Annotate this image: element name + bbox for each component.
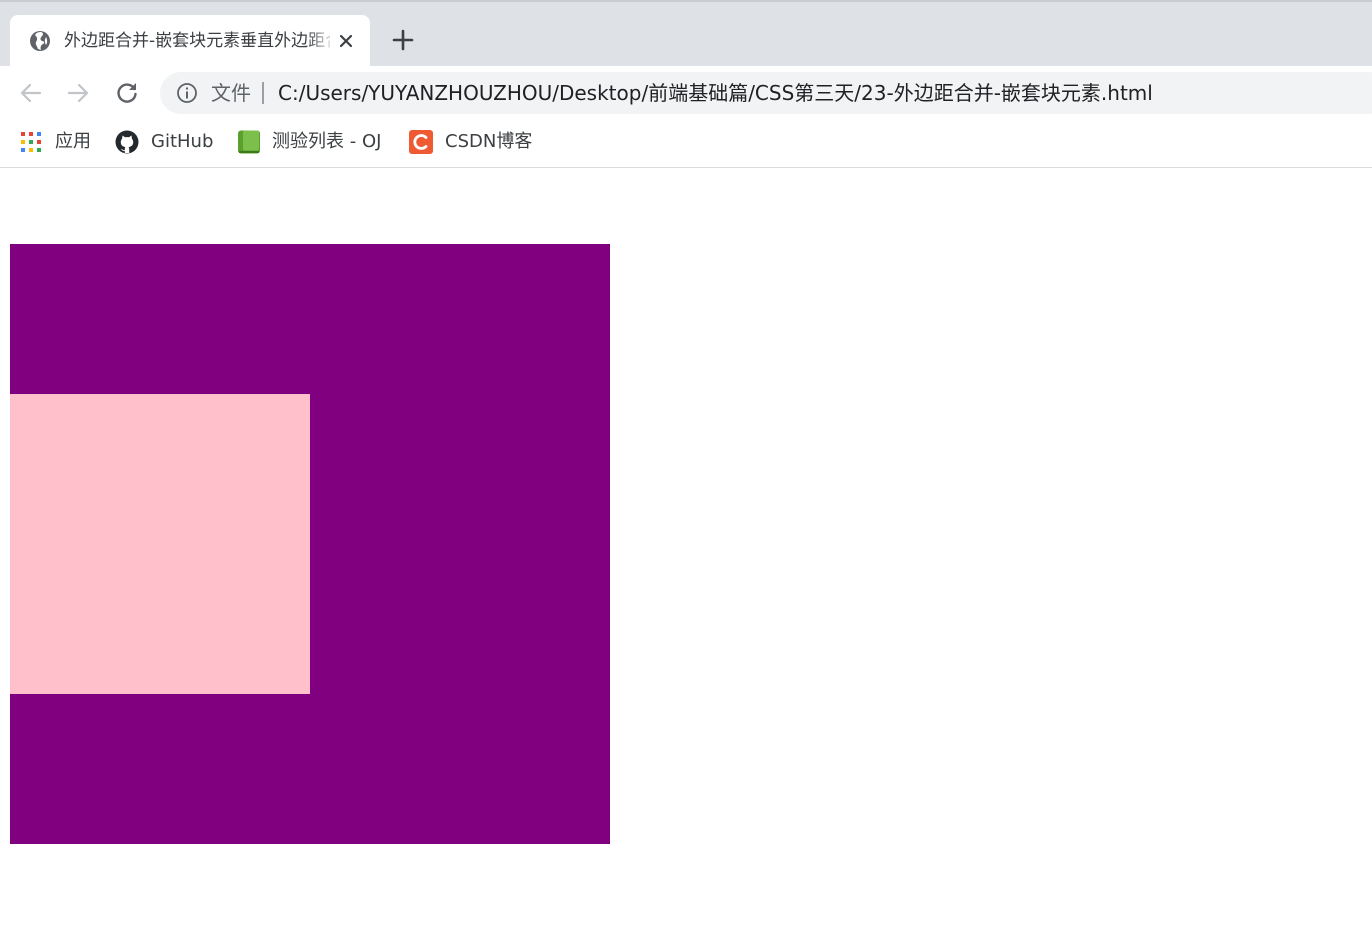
window-top-line <box>0 0 1372 2</box>
forward-arrow-icon[interactable] <box>65 80 91 106</box>
csdn-icon <box>409 130 433 154</box>
browser-toolbar: 文件 C:/Users/YUYANZHOUZHOU/Desktop/前端基础篇/… <box>0 66 1372 120</box>
reload-icon[interactable] <box>114 80 140 106</box>
tab-title-fade <box>306 25 336 57</box>
plus-icon[interactable] <box>391 28 415 52</box>
github-icon <box>115 130 139 154</box>
green-book-icon <box>238 130 260 154</box>
bookmarks-bar: 应用 GitHub 测验列表 - OJ CSDN博客 <box>0 120 1372 168</box>
inner-box <box>10 394 310 694</box>
bookmark-oj[interactable]: 测验列表 - OJ <box>237 129 387 155</box>
page-viewport <box>0 169 1372 941</box>
tab-title: 外边距合并-嵌套块元素垂直外边距合并 <box>64 31 330 51</box>
bookmark-label: 应用 <box>55 131 91 152</box>
bookmark-csdn[interactable]: CSDN博客 <box>409 129 537 155</box>
tab-strip: 外边距合并-嵌套块元素垂直外边距合并 <box>0 0 1372 66</box>
outer-box <box>10 244 610 844</box>
info-icon[interactable] <box>176 82 198 104</box>
scheme-label: 文件 <box>211 81 251 105</box>
bookmark-label: 测验列表 - OJ <box>272 131 382 152</box>
globe-icon <box>30 31 50 51</box>
back-arrow-icon[interactable] <box>18 80 44 106</box>
address-separator <box>262 82 264 104</box>
close-icon[interactable] <box>336 31 356 51</box>
bookmark-apps[interactable]: 应用 <box>20 129 94 155</box>
apps-grid-icon <box>21 132 41 152</box>
bookmark-label: CSDN博客 <box>445 131 533 152</box>
address-bar[interactable]: 文件 C:/Users/YUYANZHOUZHOU/Desktop/前端基础篇/… <box>160 72 1372 114</box>
bookmark-github[interactable]: GitHub <box>114 129 218 155</box>
url-text[interactable]: C:/Users/YUYANZHOUZHOU/Desktop/前端基础篇/CSS… <box>278 80 1153 106</box>
browser-tab[interactable]: 外边距合并-嵌套块元素垂直外边距合并 <box>10 15 370 66</box>
bookmark-label: GitHub <box>151 131 214 152</box>
